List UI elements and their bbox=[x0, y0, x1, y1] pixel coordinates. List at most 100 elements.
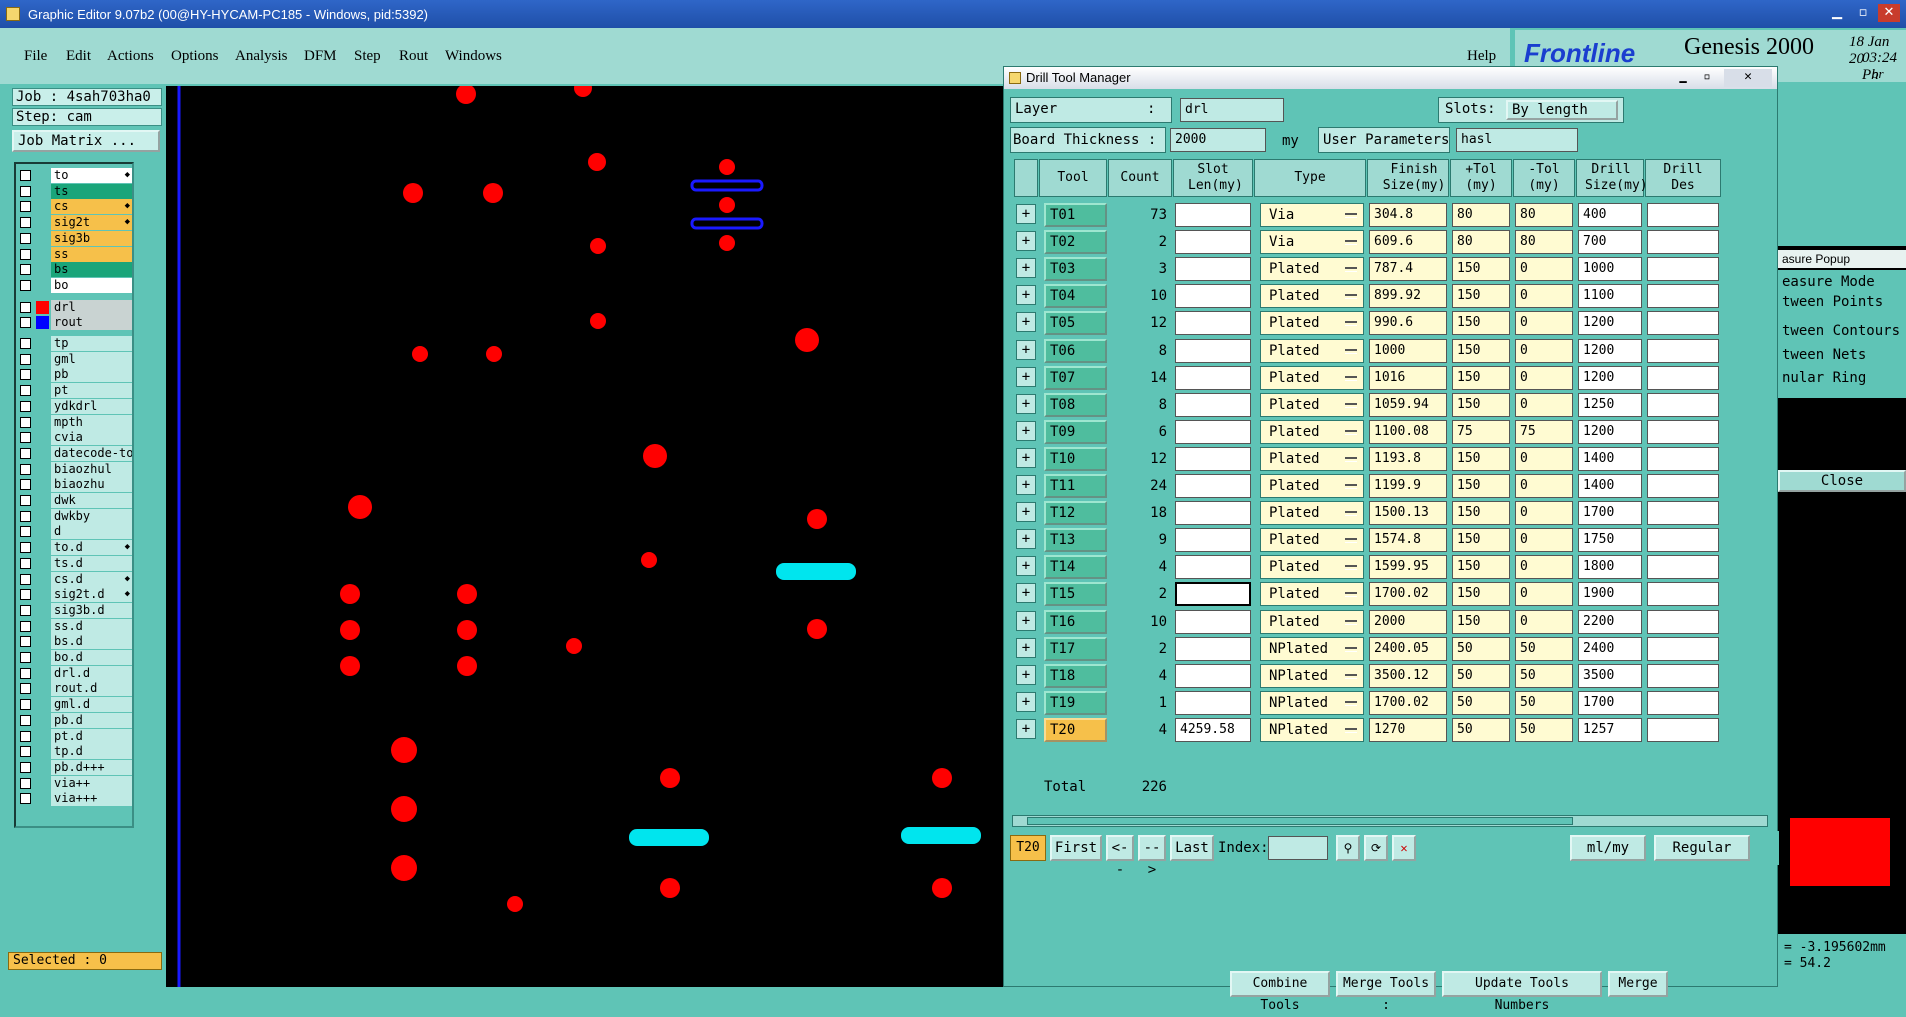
tool-button[interactable]: T12 bbox=[1044, 501, 1107, 526]
layer-checkbox[interactable] bbox=[20, 557, 31, 569]
layer-row[interactable]: pb.d+++ bbox=[18, 759, 132, 775]
drill-size-input[interactable]: 1700 bbox=[1578, 501, 1642, 526]
layer-checkbox[interactable] bbox=[20, 416, 31, 428]
type-select[interactable]: Plated bbox=[1260, 419, 1364, 444]
menu-actions[interactable]: Actions bbox=[107, 48, 154, 65]
drill-size-input[interactable]: 700 bbox=[1578, 230, 1642, 255]
maximize-icon[interactable]: ▫ bbox=[1852, 4, 1874, 22]
type-select[interactable]: Via bbox=[1260, 230, 1364, 255]
finish-size-input[interactable]: 2000 bbox=[1369, 609, 1447, 634]
finish-size-input[interactable]: 1500.13 bbox=[1369, 501, 1447, 526]
merge-button[interactable]: Merge bbox=[1608, 971, 1668, 997]
layer-row[interactable]: pt.d bbox=[18, 728, 132, 744]
drill-des-input[interactable] bbox=[1647, 392, 1719, 417]
layer-checkbox[interactable] bbox=[20, 620, 31, 632]
expand-tool-button[interactable]: + bbox=[1016, 475, 1036, 495]
layer-checkbox[interactable] bbox=[20, 248, 31, 260]
layer-row[interactable]: pb.d bbox=[18, 712, 132, 728]
dialog-minimize-icon[interactable]: ▁ bbox=[1672, 69, 1694, 87]
tool-button[interactable]: T05 bbox=[1044, 311, 1107, 336]
drill-size-input[interactable]: 400 bbox=[1578, 203, 1642, 227]
plus-tol-input[interactable]: 150 bbox=[1452, 474, 1510, 498]
layer-checkbox[interactable] bbox=[20, 589, 31, 601]
finish-size-input[interactable]: 1574.8 bbox=[1369, 528, 1447, 553]
layer-row[interactable]: bs bbox=[18, 262, 132, 278]
user-params-input[interactable]: hasl bbox=[1456, 128, 1578, 152]
job-matrix-button[interactable]: Job Matrix ... bbox=[12, 130, 160, 152]
layer-checkbox[interactable] bbox=[20, 714, 31, 726]
plus-tol-input[interactable]: 50 bbox=[1452, 717, 1510, 742]
layer-checkbox[interactable] bbox=[20, 264, 31, 276]
type-select[interactable]: Plated bbox=[1260, 474, 1364, 498]
slot-len-input[interactable]: 4259.58 bbox=[1175, 717, 1251, 742]
drill-des-input[interactable] bbox=[1647, 555, 1719, 580]
type-select[interactable]: Plated bbox=[1260, 392, 1364, 417]
layer-checkbox[interactable] bbox=[20, 793, 31, 805]
expand-tool-button[interactable]: + bbox=[1016, 529, 1036, 550]
expand-tool-button[interactable]: + bbox=[1016, 366, 1036, 387]
plus-tol-input[interactable]: 150 bbox=[1452, 555, 1510, 580]
layer-checkbox[interactable] bbox=[20, 699, 31, 711]
layer-input[interactable]: drl bbox=[1180, 98, 1284, 122]
mode-select[interactable]: Regular bbox=[1654, 835, 1750, 861]
slot-len-input[interactable] bbox=[1175, 284, 1251, 309]
layer-checkbox[interactable] bbox=[20, 338, 31, 349]
layer-row[interactable]: biaozhul bbox=[18, 461, 132, 477]
layer-row[interactable]: sig2t.d ◆ bbox=[18, 587, 132, 603]
tool-button[interactable]: T02 bbox=[1044, 230, 1107, 255]
plus-tol-input[interactable]: 50 bbox=[1452, 636, 1510, 661]
drill-des-input[interactable] bbox=[1647, 230, 1719, 255]
slot-len-input[interactable] bbox=[1175, 582, 1251, 607]
plus-tol-input[interactable]: 150 bbox=[1452, 284, 1510, 309]
layer-row[interactable]: ts.d bbox=[18, 555, 132, 571]
layer-row[interactable]: biaozhu bbox=[18, 477, 132, 493]
minus-tol-input[interactable]: 80 bbox=[1515, 230, 1573, 255]
prev-button[interactable]: <-- bbox=[1106, 835, 1134, 878]
layer-checkbox[interactable] bbox=[20, 777, 31, 789]
drill-des-input[interactable] bbox=[1647, 257, 1719, 282]
tool-button[interactable]: T08 bbox=[1044, 392, 1107, 417]
minus-tol-input[interactable]: 0 bbox=[1515, 338, 1573, 363]
finish-size-input[interactable]: 1059.94 bbox=[1369, 392, 1447, 417]
dialog-maximize-icon[interactable]: ▫ bbox=[1696, 69, 1718, 87]
units-select[interactable]: ml/my bbox=[1570, 835, 1646, 861]
plus-tol-input[interactable]: 150 bbox=[1452, 609, 1510, 634]
plus-tol-input[interactable]: 50 bbox=[1452, 663, 1510, 688]
drill-des-input[interactable] bbox=[1647, 365, 1719, 390]
slot-len-input[interactable] bbox=[1175, 338, 1251, 363]
layer-row[interactable]: bo bbox=[18, 277, 132, 293]
layer-row[interactable]: drl bbox=[18, 299, 132, 315]
layer-row[interactable]: rout.d bbox=[18, 681, 132, 697]
drill-size-input[interactable]: 1257 bbox=[1578, 717, 1642, 742]
layer-row[interactable]: to.d ◆ bbox=[18, 540, 132, 556]
layer-checkbox[interactable] bbox=[20, 217, 31, 229]
finish-size-input[interactable]: 1700.02 bbox=[1369, 690, 1447, 715]
layer-checkbox[interactable] bbox=[20, 170, 31, 181]
layer-row[interactable]: dwk bbox=[18, 493, 132, 508]
drill-des-input[interactable] bbox=[1647, 690, 1719, 715]
horizontal-scrollbar[interactable] bbox=[1012, 815, 1768, 827]
combine-tools-button[interactable]: Combine Tools bbox=[1230, 971, 1330, 1013]
type-select[interactable]: NPlated bbox=[1260, 690, 1364, 715]
drill-des-input[interactable] bbox=[1647, 446, 1719, 471]
finish-size-input[interactable]: 1700.02 bbox=[1369, 582, 1447, 607]
finish-size-input[interactable]: 1100.08 bbox=[1369, 419, 1447, 444]
type-select[interactable]: Plated bbox=[1260, 582, 1364, 607]
menu-analysis[interactable]: Analysis bbox=[235, 48, 288, 65]
menu-help[interactable]: Help bbox=[1467, 48, 1496, 65]
layer-checkbox[interactable] bbox=[20, 369, 31, 381]
tool-button[interactable]: T15 bbox=[1044, 582, 1107, 607]
expand-tool-button[interactable]: + bbox=[1016, 691, 1036, 712]
minus-tol-input[interactable]: 0 bbox=[1515, 555, 1573, 580]
layer-checkbox[interactable] bbox=[20, 495, 31, 506]
index-input[interactable] bbox=[1268, 836, 1328, 860]
layer-row[interactable]: sig2t ◆ bbox=[18, 215, 132, 231]
layer-checkbox[interactable] bbox=[20, 604, 31, 616]
menu-edit[interactable]: Edit bbox=[66, 48, 91, 65]
layer-row[interactable]: drl.d bbox=[18, 665, 132, 681]
tool-button[interactable]: T04 bbox=[1044, 284, 1107, 309]
plus-tol-input[interactable]: 150 bbox=[1452, 528, 1510, 553]
layer-checkbox[interactable] bbox=[20, 400, 31, 412]
layer-row[interactable]: bo.d bbox=[18, 650, 132, 665]
layer-row[interactable]: gml bbox=[18, 351, 132, 367]
